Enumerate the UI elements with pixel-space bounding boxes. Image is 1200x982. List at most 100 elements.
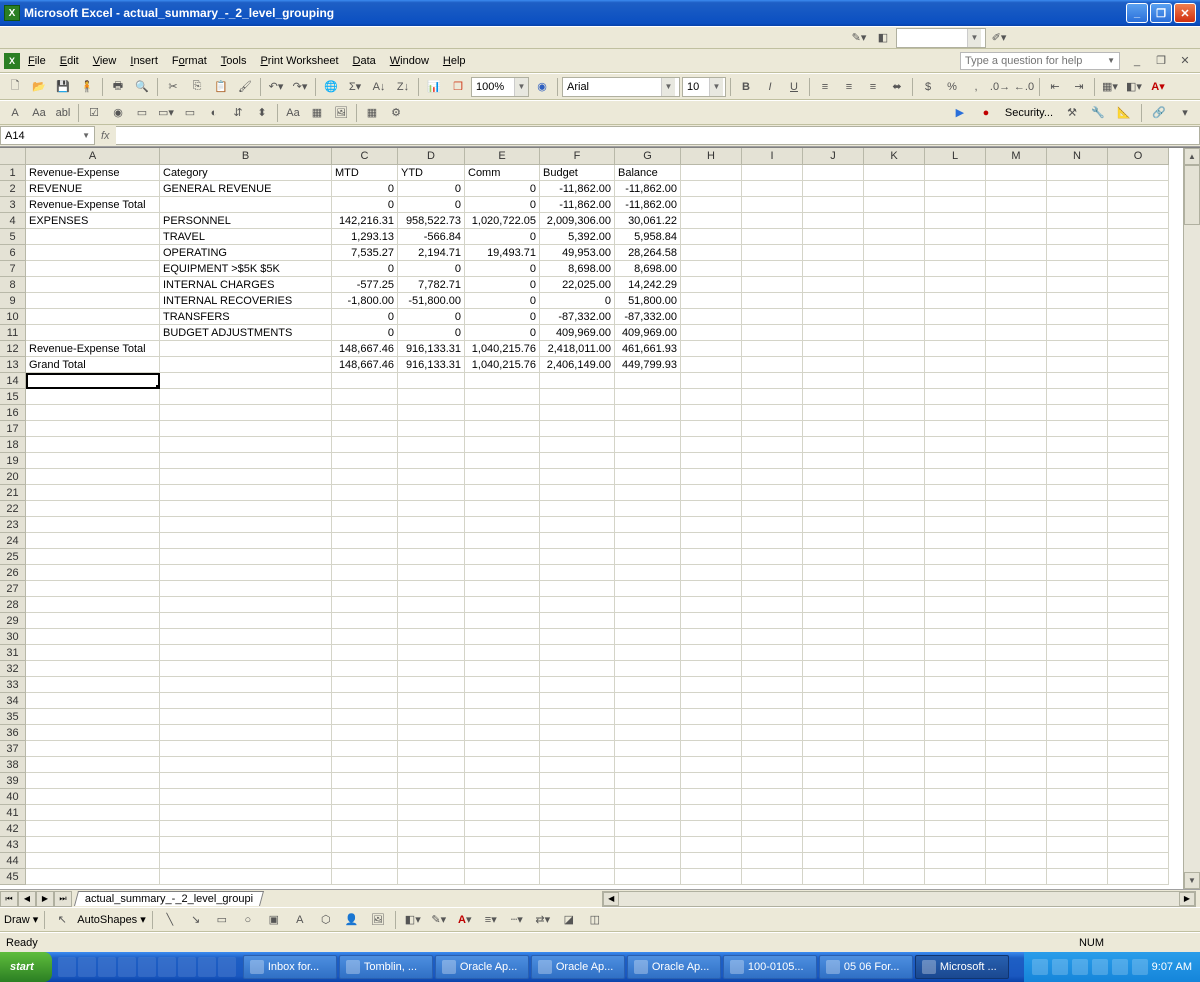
cell-B42[interactable]	[160, 821, 332, 837]
tray-icon[interactable]	[1132, 959, 1148, 975]
draw-menu[interactable]: Draw ▾	[4, 913, 38, 926]
cell-C27[interactable]	[332, 581, 398, 597]
cell-H19[interactable]	[681, 453, 742, 469]
cell-A2[interactable]: REVENUE	[26, 181, 160, 197]
cell-G40[interactable]	[615, 789, 681, 805]
cell-G42[interactable]	[615, 821, 681, 837]
cell-G22[interactable]	[615, 501, 681, 517]
cell-G34[interactable]	[615, 693, 681, 709]
cell-M25[interactable]	[986, 549, 1047, 565]
cell-E7[interactable]: 0	[465, 261, 540, 277]
cell-C10[interactable]: 0	[332, 309, 398, 325]
form-props-icon[interactable]: ⚙	[385, 102, 407, 124]
cell-C8[interactable]: -577.25	[332, 277, 398, 293]
cell-G41[interactable]	[615, 805, 681, 821]
cell-K37[interactable]	[864, 741, 925, 757]
cell-O11[interactable]	[1108, 325, 1169, 341]
cell-J26[interactable]	[803, 565, 864, 581]
cell-A30[interactable]	[26, 629, 160, 645]
align-right-icon[interactable]: ≡	[862, 76, 884, 98]
row-header-19[interactable]: 19	[0, 453, 26, 469]
cell-B36[interactable]	[160, 725, 332, 741]
row-header-10[interactable]: 10	[0, 309, 26, 325]
cell-N23[interactable]	[1047, 517, 1108, 533]
cell-N1[interactable]	[1047, 165, 1108, 181]
cell-E18[interactable]	[465, 437, 540, 453]
cell-O18[interactable]	[1108, 437, 1169, 453]
cell-F16[interactable]	[540, 405, 615, 421]
cell-D2[interactable]: 0	[398, 181, 465, 197]
line-icon[interactable]: ╲	[159, 909, 181, 931]
cell-G27[interactable]	[615, 581, 681, 597]
cell-C30[interactable]	[332, 629, 398, 645]
cell-N21[interactable]	[1047, 485, 1108, 501]
cell-K26[interactable]	[864, 565, 925, 581]
cell-M15[interactable]	[986, 389, 1047, 405]
row-header-8[interactable]: 8	[0, 277, 26, 293]
cell-J14[interactable]	[803, 373, 864, 389]
cell-C13[interactable]: 148,667.46	[332, 357, 398, 373]
redo-icon[interactable]: ↷▾	[289, 76, 311, 98]
cell-I20[interactable]	[742, 469, 803, 485]
cell-L45[interactable]	[925, 869, 986, 885]
ql-icon[interactable]	[198, 957, 216, 977]
cell-O4[interactable]	[1108, 213, 1169, 229]
cell-B19[interactable]	[160, 453, 332, 469]
scroll-down-icon[interactable]: ▼	[1184, 872, 1200, 889]
cell-F42[interactable]	[540, 821, 615, 837]
cell-C43[interactable]	[332, 837, 398, 853]
cell-L21[interactable]	[925, 485, 986, 501]
row-header-5[interactable]: 5	[0, 229, 26, 245]
cell-I39[interactable]	[742, 773, 803, 789]
row-header-43[interactable]: 43	[0, 837, 26, 853]
cell-B5[interactable]: TRAVEL	[160, 229, 332, 245]
cell-B25[interactable]	[160, 549, 332, 565]
cell-O45[interactable]	[1108, 869, 1169, 885]
scroll-up-icon[interactable]: ▲	[1184, 148, 1200, 165]
cell-E11[interactable]: 0	[465, 325, 540, 341]
cell-G7[interactable]: 8,698.00	[615, 261, 681, 277]
cell-G4[interactable]: 30,061.22	[615, 213, 681, 229]
cell-E33[interactable]	[465, 677, 540, 693]
cell-D19[interactable]	[398, 453, 465, 469]
cell-B37[interactable]	[160, 741, 332, 757]
cell-I37[interactable]	[742, 741, 803, 757]
cell-D42[interactable]	[398, 821, 465, 837]
taskbar-task[interactable]: Oracle Ap...	[531, 955, 625, 979]
refresh-icon[interactable]: 🔗	[1148, 102, 1170, 124]
cell-O23[interactable]	[1108, 517, 1169, 533]
form-spin-icon[interactable]: ⇵	[227, 102, 249, 124]
cell-A31[interactable]	[26, 645, 160, 661]
cell-F32[interactable]	[540, 661, 615, 677]
cell-E31[interactable]	[465, 645, 540, 661]
cell-H31[interactable]	[681, 645, 742, 661]
cell-A15[interactable]	[26, 389, 160, 405]
cell-M12[interactable]	[986, 341, 1047, 357]
cell-K29[interactable]	[864, 613, 925, 629]
row-header-17[interactable]: 17	[0, 421, 26, 437]
cell-D38[interactable]	[398, 757, 465, 773]
cell-M5[interactable]	[986, 229, 1047, 245]
tray-icon[interactable]	[1092, 959, 1108, 975]
row-header-27[interactable]: 27	[0, 581, 26, 597]
cell-B6[interactable]: OPERATING	[160, 245, 332, 261]
scroll-right-icon[interactable]: ▶	[1179, 892, 1195, 906]
menu-view[interactable]: View	[87, 53, 123, 69]
cell-A37[interactable]	[26, 741, 160, 757]
cell-B17[interactable]	[160, 421, 332, 437]
cell-J41[interactable]	[803, 805, 864, 821]
cell-N4[interactable]	[1047, 213, 1108, 229]
cell-F44[interactable]	[540, 853, 615, 869]
menu-file[interactable]: File	[22, 53, 52, 69]
cell-D10[interactable]: 0	[398, 309, 465, 325]
cell-G39[interactable]	[615, 773, 681, 789]
cell-H29[interactable]	[681, 613, 742, 629]
row-header-33[interactable]: 33	[0, 677, 26, 693]
cell-I38[interactable]	[742, 757, 803, 773]
cell-H4[interactable]	[681, 213, 742, 229]
cell-J40[interactable]	[803, 789, 864, 805]
cell-A11[interactable]	[26, 325, 160, 341]
cell-N10[interactable]	[1047, 309, 1108, 325]
row-header-45[interactable]: 45	[0, 869, 26, 885]
cell-K18[interactable]	[864, 437, 925, 453]
